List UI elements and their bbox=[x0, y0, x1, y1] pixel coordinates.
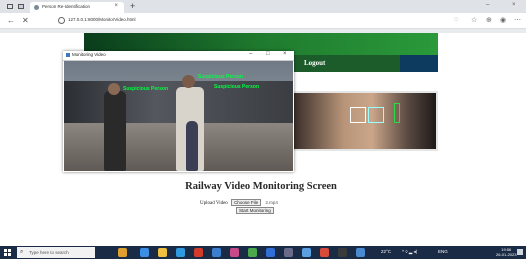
search-icon: ⌕ bbox=[20, 249, 24, 255]
logout-link[interactable]: Logout bbox=[304, 59, 325, 67]
app-icon[interactable] bbox=[356, 248, 365, 257]
more-options-icon[interactable]: ⋯ bbox=[514, 16, 521, 24]
browser-tab-bar: Person Re-Identification × + – × bbox=[0, 0, 526, 13]
tab-close-icon[interactable]: × bbox=[114, 3, 118, 9]
monitoring-video-window[interactable]: Monitoring Video – □ × Suspicious Person… bbox=[63, 51, 294, 172]
app-icon[interactable] bbox=[230, 248, 239, 257]
new-tab-button[interactable]: + bbox=[130, 1, 135, 11]
person-legs bbox=[186, 121, 198, 171]
video-maximize-button[interactable]: □ bbox=[266, 51, 270, 57]
app-icon[interactable] bbox=[266, 248, 275, 257]
video-window-title: Monitoring Video bbox=[72, 52, 106, 57]
window-close-button[interactable]: × bbox=[512, 2, 516, 8]
keyboard-lang[interactable]: ENG bbox=[438, 249, 448, 254]
file-explorer-icon[interactable] bbox=[158, 248, 167, 257]
page-title: Railway Video Monitoring Screen bbox=[185, 181, 337, 192]
tray-icons[interactable]: ^ ◊ ▂ ◂) bbox=[402, 249, 417, 255]
app-icon[interactable] bbox=[248, 248, 257, 257]
person-head bbox=[182, 75, 195, 88]
navbar-accent bbox=[400, 55, 438, 72]
app-icon[interactable] bbox=[212, 248, 221, 257]
windows-taskbar: ⌕ Type here to search 22°C ^ ◊ ▂ ◂) ENG … bbox=[0, 246, 526, 259]
task-view-icon[interactable] bbox=[140, 248, 149, 257]
app-icon[interactable] bbox=[194, 248, 203, 257]
face-recognition-image bbox=[292, 91, 438, 151]
detection-label: Suspicious Person bbox=[198, 74, 244, 80]
browser-tab[interactable]: Person Re-Identification × bbox=[30, 2, 124, 13]
collections-icon[interactable]: ⊕ bbox=[486, 16, 492, 24]
notifications-icon[interactable] bbox=[517, 249, 523, 255]
scan-bracket bbox=[394, 103, 400, 123]
tab-favicon-icon bbox=[34, 5, 39, 10]
video-frame: Suspicious Person Suspicious Person Susp… bbox=[64, 61, 293, 171]
detection-label: Suspicious Person bbox=[214, 84, 260, 90]
workspaces-icon[interactable] bbox=[18, 4, 24, 9]
detection-label: Suspicious Person bbox=[123, 86, 169, 92]
app-icon[interactable] bbox=[284, 248, 293, 257]
app-icon[interactable] bbox=[302, 248, 311, 257]
taskbar-clock[interactable]: 19:56 26-01-2023 bbox=[496, 247, 516, 257]
edge-browser-icon[interactable] bbox=[176, 248, 185, 257]
video-window-titlebar[interactable]: Monitoring Video – □ × bbox=[63, 51, 294, 61]
video-close-button[interactable]: × bbox=[283, 51, 287, 57]
tab-title: Person Re-Identification bbox=[42, 4, 91, 9]
address-bar: ← ✕ 127.0.0.1:8000/MonitorVideo.html ◌ ☆… bbox=[0, 13, 526, 29]
search-placeholder: Type here to search bbox=[29, 250, 69, 255]
weather-temperature[interactable]: 22°C bbox=[381, 249, 391, 254]
clock-date: 26-01-2023 bbox=[496, 252, 517, 257]
start-monitoring-button[interactable]: Start Monitoring bbox=[236, 207, 274, 214]
url-text: 127.0.0.1:8000/MonitorVideo.html bbox=[68, 17, 136, 22]
back-arrow-icon[interactable]: ← bbox=[7, 16, 15, 25]
tab-actions-icon[interactable] bbox=[7, 4, 13, 9]
app-icon[interactable] bbox=[338, 248, 347, 257]
windows-start-icon[interactable] bbox=[4, 249, 11, 256]
favorite-star-icon[interactable]: ☆ bbox=[471, 16, 477, 24]
window-minimize-button[interactable]: – bbox=[486, 2, 489, 8]
upload-label: Upload Video bbox=[200, 201, 228, 206]
site-info-icon[interactable] bbox=[58, 17, 65, 24]
url-field[interactable]: 127.0.0.1:8000/MonitorVideo.html bbox=[58, 16, 453, 25]
reader-icon[interactable]: ◌ bbox=[454, 16, 458, 23]
people-app-icon[interactable] bbox=[118, 248, 127, 257]
face-detection-box bbox=[368, 107, 384, 123]
face-detection-box bbox=[350, 107, 366, 123]
video-minimize-button[interactable]: – bbox=[249, 51, 252, 57]
profile-icon[interactable]: ◉ bbox=[500, 16, 506, 24]
taskbar-search-box[interactable]: ⌕ Type here to search bbox=[17, 247, 95, 258]
video-app-icon bbox=[66, 53, 70, 57]
app-icon[interactable] bbox=[320, 248, 329, 257]
person-head bbox=[108, 83, 120, 95]
selected-file-name: 2.mp4 bbox=[265, 200, 278, 205]
person-figure bbox=[104, 91, 126, 171]
choose-file-button[interactable]: Choose File bbox=[231, 199, 262, 206]
close-page-icon[interactable]: ✕ bbox=[22, 16, 29, 25]
